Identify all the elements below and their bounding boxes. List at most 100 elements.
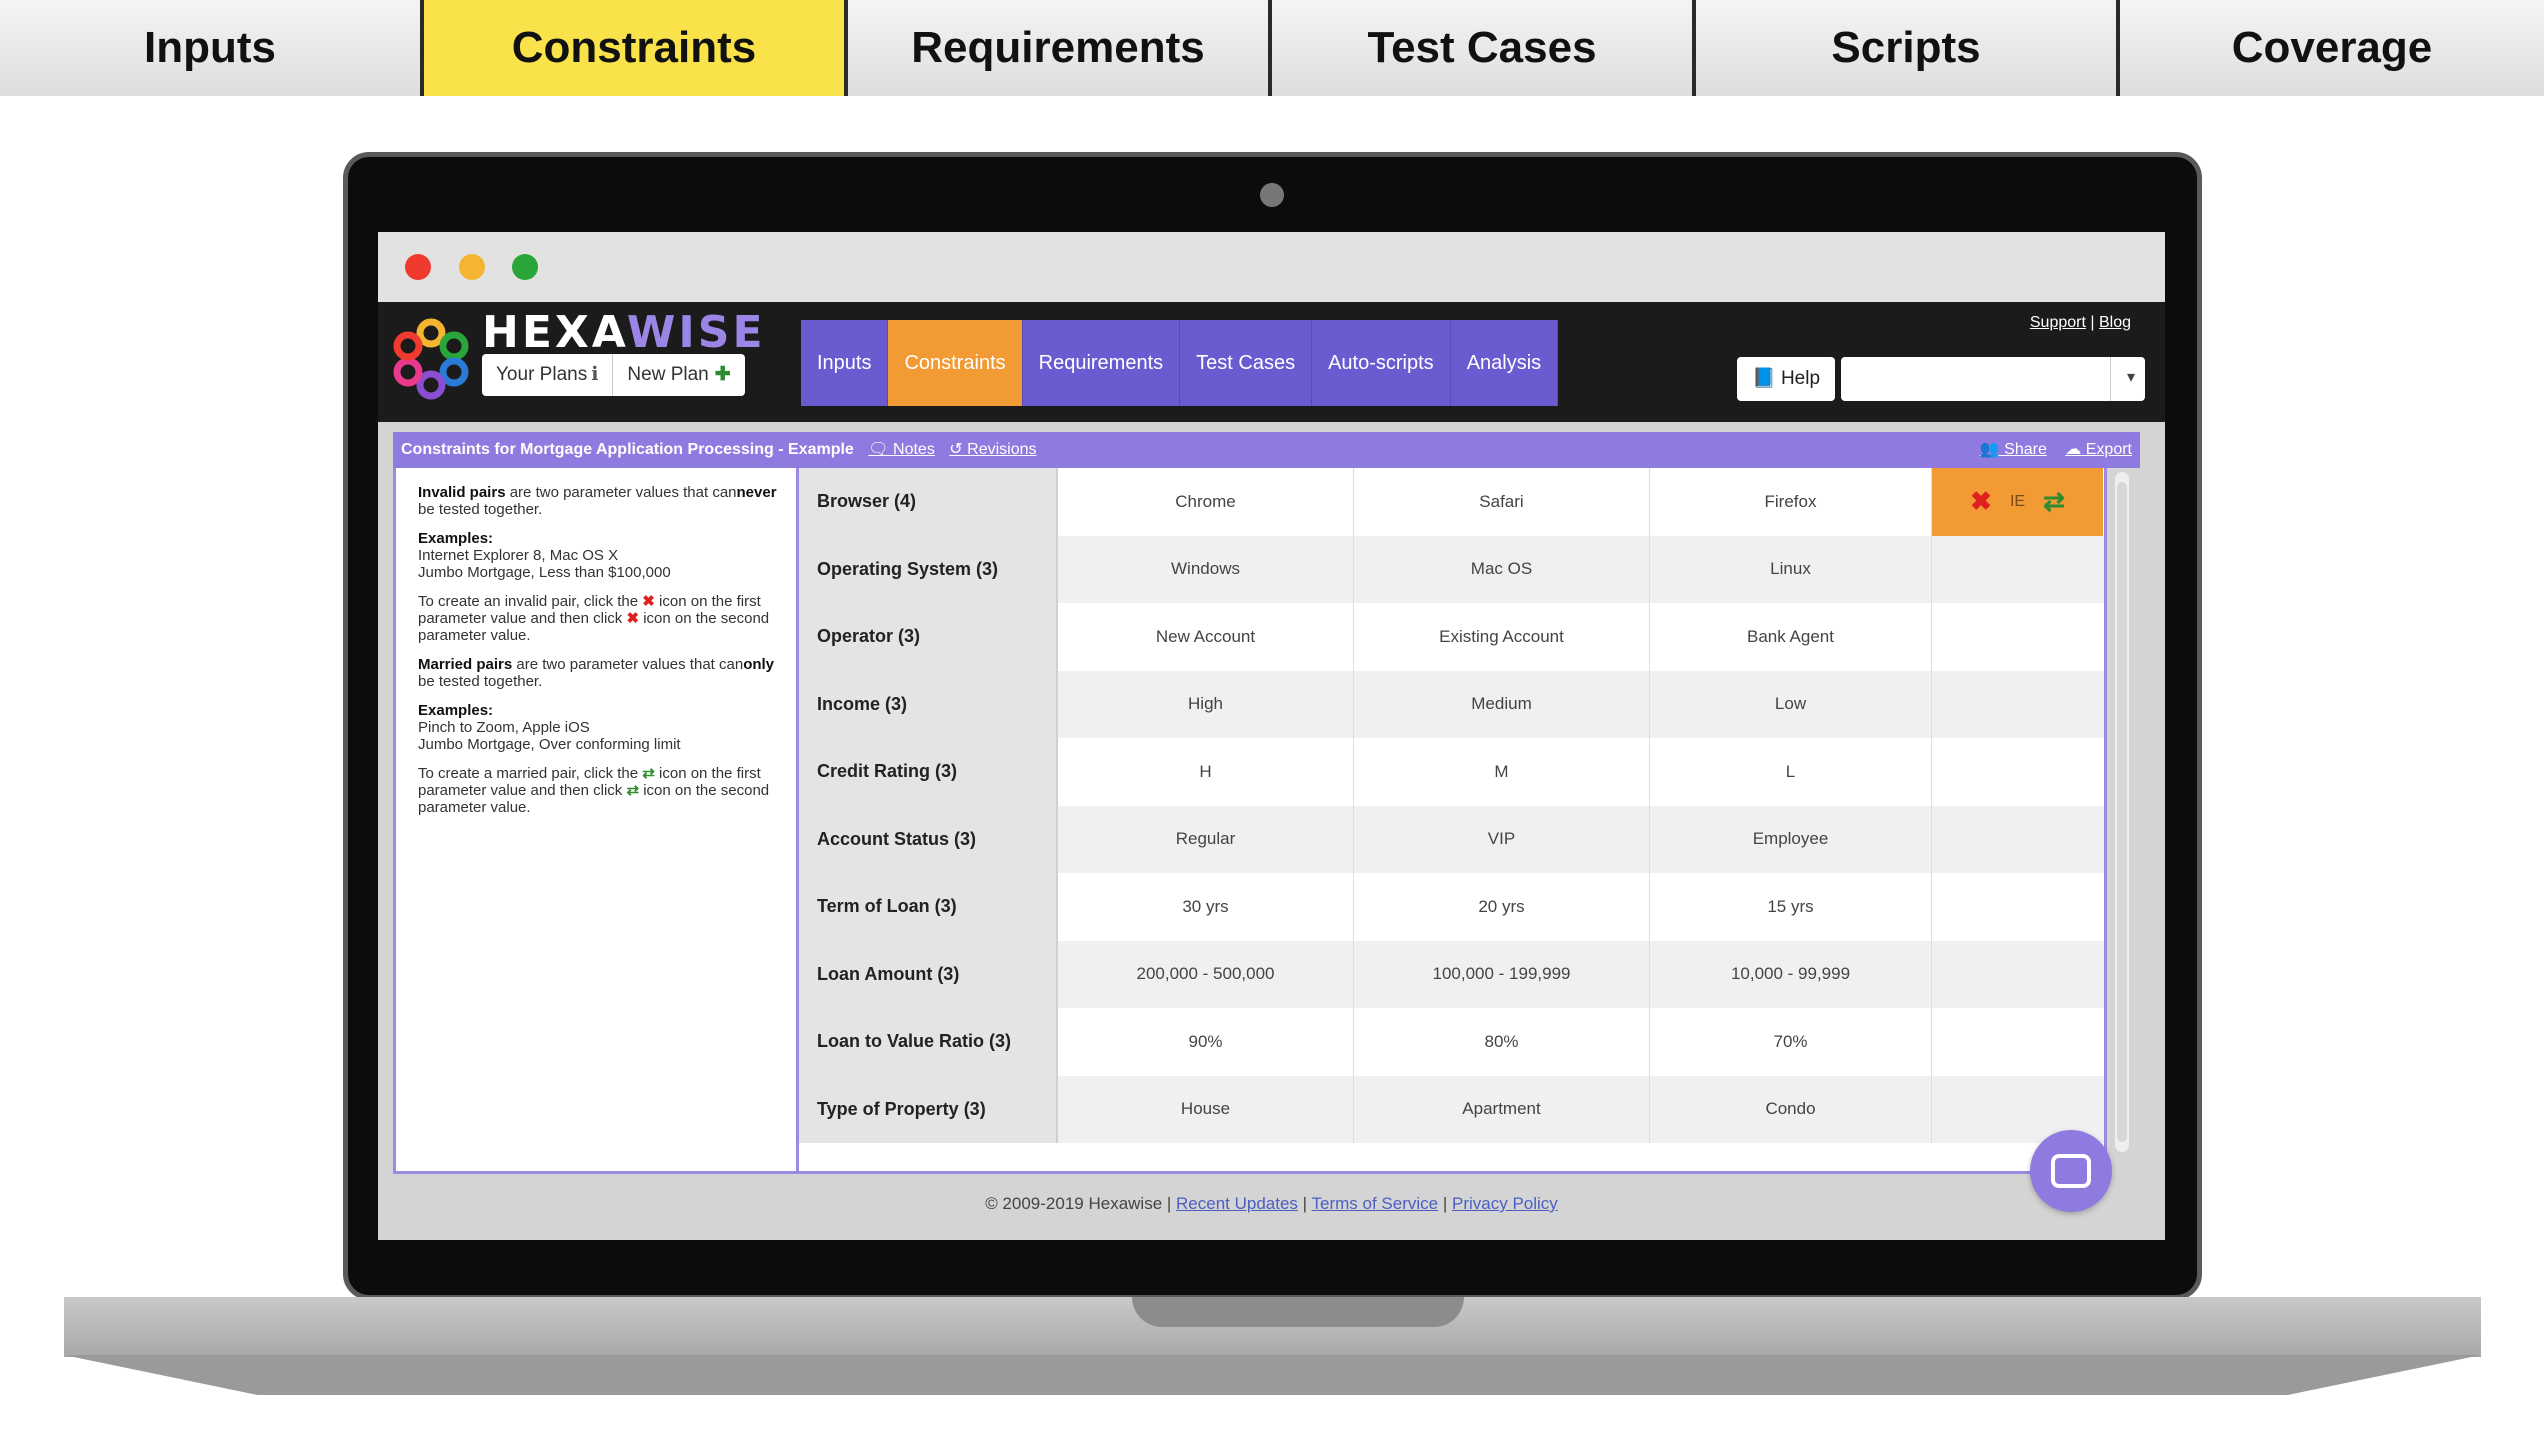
parameter-value[interactable]: 90% bbox=[1058, 1008, 1354, 1076]
nav-tab-requirements[interactable]: Requirements bbox=[1022, 320, 1181, 406]
parameter-value[interactable]: 70% bbox=[1650, 1008, 1932, 1076]
revisions-link[interactable]: ↺ Revisions bbox=[949, 441, 1036, 458]
hexawise-logo-icon bbox=[393, 318, 469, 400]
parameter-value[interactable]: Bank Agent bbox=[1650, 603, 1932, 671]
chevron-down-icon: ▾ bbox=[2126, 369, 2135, 386]
parameter-name: Term of Loan (3) bbox=[799, 873, 1058, 941]
minimize-window-button[interactable] bbox=[459, 254, 485, 280]
parameter-value[interactable]: Low bbox=[1650, 670, 1932, 738]
married-pair-icon[interactable]: ⇄ bbox=[2043, 486, 2065, 517]
table-row: Account Status (3) Regular VIP Employee bbox=[799, 805, 2104, 874]
value-actions bbox=[1932, 603, 2103, 671]
nav-tab-inputs[interactable]: Inputs bbox=[801, 320, 889, 406]
nav-tab-auto-scripts[interactable]: Auto-scripts bbox=[1312, 320, 1451, 406]
table-row: Credit Rating (3) H M L bbox=[799, 738, 2104, 806]
parameter-value[interactable]: M bbox=[1354, 738, 1650, 806]
parameter-value[interactable]: Mac OS bbox=[1354, 535, 1650, 603]
parameter-value[interactable]: 100,000 - 199,999 bbox=[1354, 940, 1650, 1008]
parameter-value[interactable]: Chrome bbox=[1058, 468, 1354, 536]
parameter-value[interactable]: High bbox=[1058, 670, 1354, 738]
parameter-value[interactable]: 10,000 - 99,999 bbox=[1650, 940, 1932, 1008]
maximize-window-button[interactable] bbox=[512, 254, 538, 280]
notes-link[interactable]: 🗨 Notes bbox=[868, 441, 935, 458]
parameter-value[interactable]: Medium bbox=[1354, 670, 1650, 738]
blog-link[interactable]: Blog bbox=[2099, 314, 2131, 331]
table-row: Operating System (3) Windows Mac OS Linux bbox=[799, 535, 2104, 603]
parameter-value[interactable]: 200,000 - 500,000 bbox=[1058, 940, 1354, 1008]
support-link[interactable]: Support bbox=[2030, 314, 2086, 331]
constraints-help-panel: Invalid pairs are two parameter values t… bbox=[393, 468, 799, 1174]
value-actions bbox=[1932, 941, 2103, 1009]
parameter-value[interactable]: 80% bbox=[1354, 1008, 1650, 1076]
cloud-icon: ☁ bbox=[2065, 441, 2082, 458]
value-actions bbox=[1932, 1008, 2103, 1076]
table-row: Loan to Value Ratio (3) 90% 80% 70% bbox=[799, 1008, 2104, 1076]
parameter-value[interactable]: Safari bbox=[1354, 468, 1650, 536]
table-row: Loan Amount (3) 200,000 - 500,000 100,000 … bbox=[799, 940, 2104, 1009]
parameter-name: Income (3) bbox=[799, 670, 1058, 738]
married-pair-icon: ⇄ bbox=[642, 765, 655, 782]
parameter-value[interactable]: VIP bbox=[1354, 805, 1650, 873]
recent-updates-link[interactable]: Recent Updates bbox=[1176, 1194, 1298, 1213]
parameter-name: Loan to Value Ratio (3) bbox=[799, 1008, 1058, 1076]
plans-button-group: Your Plans ℹ New Plan ✚ bbox=[482, 354, 745, 396]
support-links: Support | Blog bbox=[2029, 314, 2131, 331]
comment-icon: 🗨 bbox=[868, 441, 889, 458]
nav-tab-test-cases[interactable]: Test Cases bbox=[1180, 320, 1313, 406]
parameter-value[interactable]: Condo bbox=[1650, 1075, 1932, 1143]
terms-link[interactable]: Terms of Service bbox=[1312, 1194, 1439, 1213]
laptop-base-bottom bbox=[64, 1355, 2481, 1395]
parameter-value[interactable]: Linux bbox=[1650, 535, 1932, 603]
parameter-value[interactable]: 20 yrs bbox=[1354, 873, 1650, 941]
info-icon: ℹ bbox=[591, 364, 599, 385]
parameter-name: Type of Property (3) bbox=[799, 1075, 1058, 1143]
your-plans-button[interactable]: Your Plans ℹ bbox=[482, 354, 614, 396]
parameter-value[interactable]: 30 yrs bbox=[1058, 873, 1354, 941]
page-footer: © 2009-2019 Hexawise | Recent Updates | … bbox=[985, 1194, 1558, 1213]
parameter-value[interactable]: New Account bbox=[1058, 603, 1354, 671]
top-tab-test-cases[interactable]: Test Cases bbox=[1272, 0, 1696, 96]
parameter-value[interactable]: House bbox=[1058, 1075, 1354, 1143]
plan-select[interactable]: ▾ bbox=[1841, 357, 2145, 401]
parameter-value[interactable]: Employee bbox=[1650, 805, 1932, 873]
top-tab-requirements[interactable]: Requirements bbox=[848, 0, 1272, 96]
share-link[interactable]: 👥 Share bbox=[1980, 441, 2047, 458]
value-actions bbox=[1932, 671, 2103, 739]
parameter-value[interactable]: H bbox=[1058, 738, 1354, 806]
parameter-name: Credit Rating (3) bbox=[799, 738, 1058, 806]
export-link[interactable]: ☁ Export bbox=[2065, 441, 2132, 458]
value-actions bbox=[1932, 873, 2103, 941]
new-plan-button[interactable]: New Plan ✚ bbox=[613, 354, 744, 396]
value-actions: ✖ IE ⇄ bbox=[1932, 468, 2103, 536]
parameter-value[interactable]: Apartment bbox=[1354, 1075, 1650, 1143]
history-icon: ↺ bbox=[949, 441, 963, 458]
hexawise-brand: HEXAWISE bbox=[482, 307, 766, 358]
ie-label: IE bbox=[2009, 492, 2026, 510]
parameter-value[interactable]: Existing Account bbox=[1354, 603, 1650, 671]
parameter-value[interactable]: Firefox bbox=[1650, 468, 1932, 536]
value-actions bbox=[1932, 806, 2103, 874]
parameter-name: Browser (4) bbox=[799, 468, 1058, 536]
parameter-value[interactable]: Regular bbox=[1058, 805, 1354, 873]
grid-scroll-thumb[interactable] bbox=[2117, 482, 2127, 1142]
laptop-screen: HEXAWISE Your Plans ℹ New Plan ✚ Inputs Co… bbox=[378, 232, 2165, 1240]
help-button[interactable]: 📘 Help bbox=[1737, 357, 1835, 401]
parameter-name: Loan Amount (3) bbox=[799, 940, 1058, 1008]
nav-tab-constraints[interactable]: Constraints bbox=[888, 320, 1023, 406]
parameter-value[interactable]: L bbox=[1650, 738, 1932, 806]
nav-tab-analysis[interactable]: Analysis bbox=[1450, 320, 1559, 406]
parameter-value[interactable]: Windows bbox=[1058, 535, 1354, 603]
top-tab-coverage[interactable]: Coverage bbox=[2120, 0, 2544, 96]
top-tab-scripts[interactable]: Scripts bbox=[1696, 0, 2120, 96]
value-actions bbox=[1932, 738, 2103, 806]
privacy-link[interactable]: Privacy Policy bbox=[1452, 1194, 1558, 1213]
invalid-pair-icon[interactable]: ✖ bbox=[1970, 486, 1992, 517]
top-tab-inputs[interactable]: Inputs bbox=[0, 0, 424, 96]
laptop-notch bbox=[1132, 1297, 1464, 1327]
close-window-button[interactable] bbox=[405, 254, 431, 280]
invalid-pair-icon: ✖ bbox=[642, 593, 655, 610]
top-tab-constraints[interactable]: Constraints bbox=[424, 0, 848, 96]
parameter-value[interactable]: 15 yrs bbox=[1650, 873, 1932, 941]
table-row: Browser (4) Chrome Safari Firefox ✖ IE ⇄ bbox=[799, 468, 2104, 536]
table-row: Type of Property (3) House Apartment Condo bbox=[799, 1075, 2104, 1143]
